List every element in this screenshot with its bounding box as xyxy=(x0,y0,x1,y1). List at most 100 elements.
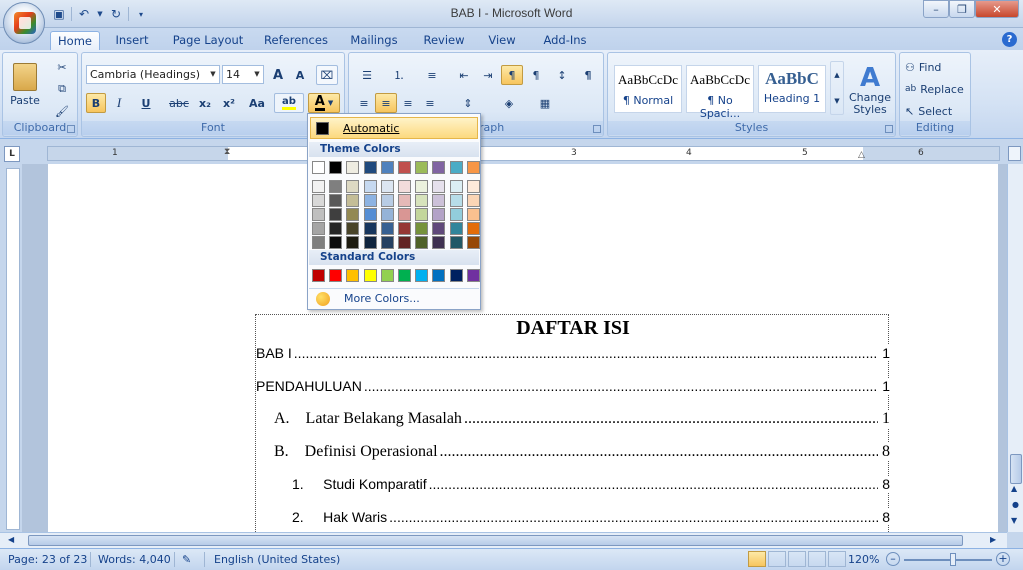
theme-shade-swatch[interactable] xyxy=(398,236,411,249)
show-marks-icon[interactable]: ¶ xyxy=(577,65,599,85)
theme-color-swatch[interactable] xyxy=(432,161,446,174)
font-size-combo[interactable]: 14 ▼ xyxy=(222,65,264,84)
theme-shade-swatch[interactable] xyxy=(432,236,446,249)
horizontal-ruler[interactable]: 1 1 2 3 4 5 6 ⧗ △ xyxy=(47,146,1000,161)
shrink-font-button[interactable]: A xyxy=(290,65,310,85)
theme-shade-swatch[interactable] xyxy=(449,208,463,221)
tab-add-ins[interactable]: Add-Ins xyxy=(536,31,594,50)
theme-shade-swatch[interactable] xyxy=(329,236,343,249)
help-icon[interactable]: ? xyxy=(1002,32,1017,47)
theme-color-swatch[interactable] xyxy=(363,161,377,174)
standard-color-swatch[interactable] xyxy=(363,269,377,282)
paste-button[interactable]: Paste xyxy=(7,55,43,115)
theme-shade-swatch[interactable] xyxy=(380,222,394,235)
table-of-contents[interactable]: DAFTAR ISI BAB I........................… xyxy=(255,314,890,532)
next-page-icon[interactable]: ▼ xyxy=(1011,516,1017,525)
tab-insert[interactable]: Insert xyxy=(108,31,156,50)
paragraph-launcher-icon[interactable] xyxy=(593,125,601,133)
rtl-paragraph-icon[interactable]: ¶ xyxy=(525,65,547,85)
line-spacing-icon[interactable]: ⇕ xyxy=(453,93,483,113)
toc-entry[interactable]: A. Latar Belakang Masalah...............… xyxy=(256,410,890,432)
tab-view[interactable]: View xyxy=(482,31,522,50)
zoom-slider-thumb[interactable] xyxy=(950,553,956,566)
scroll-right-icon[interactable]: ▶ xyxy=(990,535,996,544)
theme-shade-swatch[interactable] xyxy=(449,222,463,235)
previous-page-icon[interactable]: ▲ xyxy=(1011,484,1017,493)
horizontal-scroll-thumb[interactable] xyxy=(28,535,963,546)
theme-shade-swatch[interactable] xyxy=(415,222,429,235)
shading-icon[interactable]: ◈ xyxy=(493,93,525,113)
styles-scroll[interactable]: ▲ ▼ xyxy=(830,61,844,115)
tab-page-layout[interactable]: Page Layout xyxy=(168,31,248,50)
theme-color-swatch[interactable] xyxy=(449,161,463,174)
align-center-icon[interactable]: ≡ xyxy=(375,93,397,113)
theme-shade-swatch[interactable] xyxy=(466,194,480,207)
theme-shade-swatch[interactable] xyxy=(466,236,480,249)
standard-color-swatch[interactable] xyxy=(329,269,343,282)
justify-icon[interactable]: ≡ xyxy=(419,93,441,113)
theme-shade-swatch[interactable] xyxy=(363,194,377,207)
close-button[interactable]: ✕ xyxy=(975,0,1019,18)
clear-formatting-icon[interactable]: ⌧ xyxy=(316,65,338,85)
style-heading-1[interactable]: AaBbC Heading 1 xyxy=(758,65,826,113)
theme-shade-swatch[interactable] xyxy=(312,180,325,193)
minimize-button[interactable]: – xyxy=(923,0,949,18)
bullets-icon[interactable]: ☰ xyxy=(353,65,381,85)
theme-shade-swatch[interactable] xyxy=(329,208,343,221)
outline-icon[interactable] xyxy=(808,551,826,567)
subscript-button[interactable]: x₂ xyxy=(194,93,216,113)
theme-shade-swatch[interactable] xyxy=(432,208,446,221)
restore-button[interactable]: ❐ xyxy=(949,0,975,18)
highlight-color-button[interactable]: ab xyxy=(274,93,304,113)
theme-shade-swatch[interactable] xyxy=(415,208,429,221)
strikethrough-button[interactable]: abc xyxy=(166,93,192,113)
theme-shade-swatch[interactable] xyxy=(312,222,325,235)
theme-shade-swatch[interactable] xyxy=(329,222,343,235)
change-case-button[interactable]: Aa xyxy=(242,93,272,113)
borders-icon[interactable]: ▦ xyxy=(529,93,561,113)
font-color-button[interactable]: A ▼ xyxy=(308,93,340,113)
theme-shade-swatch[interactable] xyxy=(398,208,411,221)
proofing-icon[interactable]: ✎ xyxy=(182,553,191,566)
horizontal-scrollbar[interactable]: ◀ ▶ xyxy=(0,532,1007,548)
vertical-ruler[interactable] xyxy=(6,168,20,530)
indent-marker-icon[interactable]: ⧗ xyxy=(224,147,230,157)
theme-shade-swatch[interactable] xyxy=(449,194,463,207)
theme-shade-swatch[interactable] xyxy=(380,236,394,249)
browse-object-icon[interactable]: ● xyxy=(1012,500,1019,509)
copy-icon[interactable]: ⧉ xyxy=(51,79,73,99)
theme-shade-swatch[interactable] xyxy=(363,180,377,193)
theme-shade-swatch[interactable] xyxy=(312,194,325,207)
grow-font-button[interactable]: A xyxy=(268,65,288,85)
italic-button[interactable]: I xyxy=(109,93,129,113)
superscript-button[interactable]: x² xyxy=(218,93,240,113)
tab-home[interactable]: Home xyxy=(50,31,100,50)
align-left-icon[interactable]: ≡ xyxy=(353,93,375,113)
theme-shade-swatch[interactable] xyxy=(398,180,411,193)
sort-icon[interactable]: ↕ xyxy=(551,65,573,85)
select-button[interactable]: ↖ Select xyxy=(904,101,966,121)
theme-color-swatch[interactable] xyxy=(312,161,325,174)
theme-color-swatch[interactable] xyxy=(415,161,429,174)
view-ruler-icon[interactable] xyxy=(1008,146,1021,161)
tab-selector[interactable]: L xyxy=(4,146,20,162)
theme-shade-swatch[interactable] xyxy=(415,180,429,193)
change-styles-button[interactable]: A Change Styles xyxy=(848,59,892,121)
tab-review[interactable]: Review xyxy=(418,31,470,50)
theme-shade-swatch[interactable] xyxy=(312,236,325,249)
style-no-spacing[interactable]: AaBbCcDc ¶ No Spaci... xyxy=(686,65,754,120)
theme-shade-swatch[interactable] xyxy=(363,222,377,235)
theme-shade-swatch[interactable] xyxy=(449,236,463,249)
toc-entry[interactable]: 1. Studi Komparatif.....................… xyxy=(256,476,890,498)
zoom-slider[interactable] xyxy=(904,559,992,561)
theme-color-swatch[interactable] xyxy=(398,161,411,174)
vertical-scroll-thumb[interactable] xyxy=(1010,454,1022,484)
theme-color-swatch[interactable] xyxy=(329,161,343,174)
increase-indent-icon[interactable]: ⇥ xyxy=(477,65,499,85)
theme-color-swatch[interactable] xyxy=(380,161,394,174)
toc-entry[interactable]: PENDAHULUAN.............................… xyxy=(256,378,890,400)
theme-shade-swatch[interactable] xyxy=(415,194,429,207)
theme-shade-swatch[interactable] xyxy=(380,208,394,221)
web-layout-icon[interactable] xyxy=(788,551,806,567)
theme-color-swatch[interactable] xyxy=(346,161,360,174)
